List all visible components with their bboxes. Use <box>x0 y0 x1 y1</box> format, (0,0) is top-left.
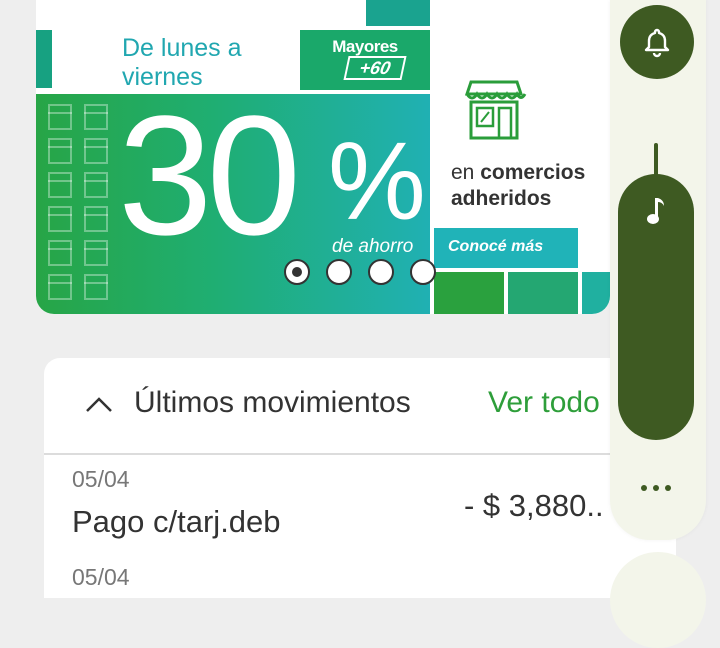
discount-number: 30 <box>118 81 301 271</box>
savings-label: de ahorro <box>332 236 414 257</box>
more-horizontal-icon[interactable] <box>640 482 672 496</box>
mayores-badge: Mayores +60 <box>300 30 430 90</box>
banner-decor-block <box>508 272 578 314</box>
mayores-label: Mayores <box>332 37 398 56</box>
store-pattern-icon <box>84 206 108 232</box>
store-pattern-icon <box>84 138 108 164</box>
comercios-line2: adheridos <box>451 186 610 212</box>
store-pattern-icon <box>84 172 108 198</box>
adheridos-bold: adheridos <box>451 187 552 210</box>
chevron-up-icon[interactable] <box>84 392 114 416</box>
store-pattern-icon <box>48 206 72 232</box>
banner-decor-block <box>434 272 504 314</box>
divider <box>44 453 676 455</box>
volume-slider[interactable] <box>618 174 694 440</box>
comercios-text: en comercios adheridos <box>451 160 610 212</box>
music-note-icon <box>647 198 664 224</box>
percent-sign: % <box>328 120 426 243</box>
store-pattern-icon <box>48 240 72 266</box>
carousel-dot-2[interactable] <box>326 259 352 285</box>
movement-date: 05/04 <box>72 466 130 492</box>
store-icon <box>464 80 527 140</box>
store-pattern-icon <box>48 274 72 300</box>
comercios-prefix: en <box>451 161 475 184</box>
store-pattern-icon <box>84 104 108 130</box>
notification-button[interactable] <box>620 5 694 79</box>
side-panel-bottom-button[interactable] <box>610 552 706 648</box>
store-pattern-icon <box>48 172 72 198</box>
bell-icon <box>644 28 670 58</box>
dot <box>653 485 659 491</box>
store-pattern-icon <box>84 240 108 266</box>
banner-days-line1: De lunes a <box>122 34 242 62</box>
movements-title: Últimos movimientos <box>134 386 411 419</box>
carousel-dot-1[interactable] <box>284 259 310 285</box>
banner-decor-block <box>366 0 430 26</box>
comercios-line1: en comercios <box>451 160 610 186</box>
carousel-dot-3[interactable] <box>368 259 394 285</box>
banner-decor-block <box>582 272 610 314</box>
dot <box>665 485 671 491</box>
promo-banner[interactable]: De lunes a viernes Mayores +60 30 % de a… <box>36 0 610 314</box>
movement-date: 05/04 <box>72 564 130 590</box>
comercios-bold: comercios <box>480 161 586 184</box>
conoce-mas-button[interactable]: Conocé más <box>434 228 578 268</box>
movements-card: Últimos movimientos Ver todo 05/04 Pago … <box>44 358 676 598</box>
store-pattern-icon <box>48 138 72 164</box>
movements-header[interactable]: Últimos movimientos Ver todo <box>44 358 676 453</box>
plus60-label: +60 <box>343 56 407 80</box>
movement-description[interactable]: Pago c/tarj.deb <box>72 504 281 540</box>
dot <box>641 485 647 491</box>
view-all-link[interactable]: Ver todo <box>488 386 600 420</box>
store-pattern-icon <box>84 274 108 300</box>
movement-amount: - $ 3,880.. <box>464 488 604 523</box>
carousel-dot-4[interactable] <box>410 259 436 285</box>
banner-decor-block <box>36 30 52 88</box>
store-pattern-icon <box>48 104 72 130</box>
